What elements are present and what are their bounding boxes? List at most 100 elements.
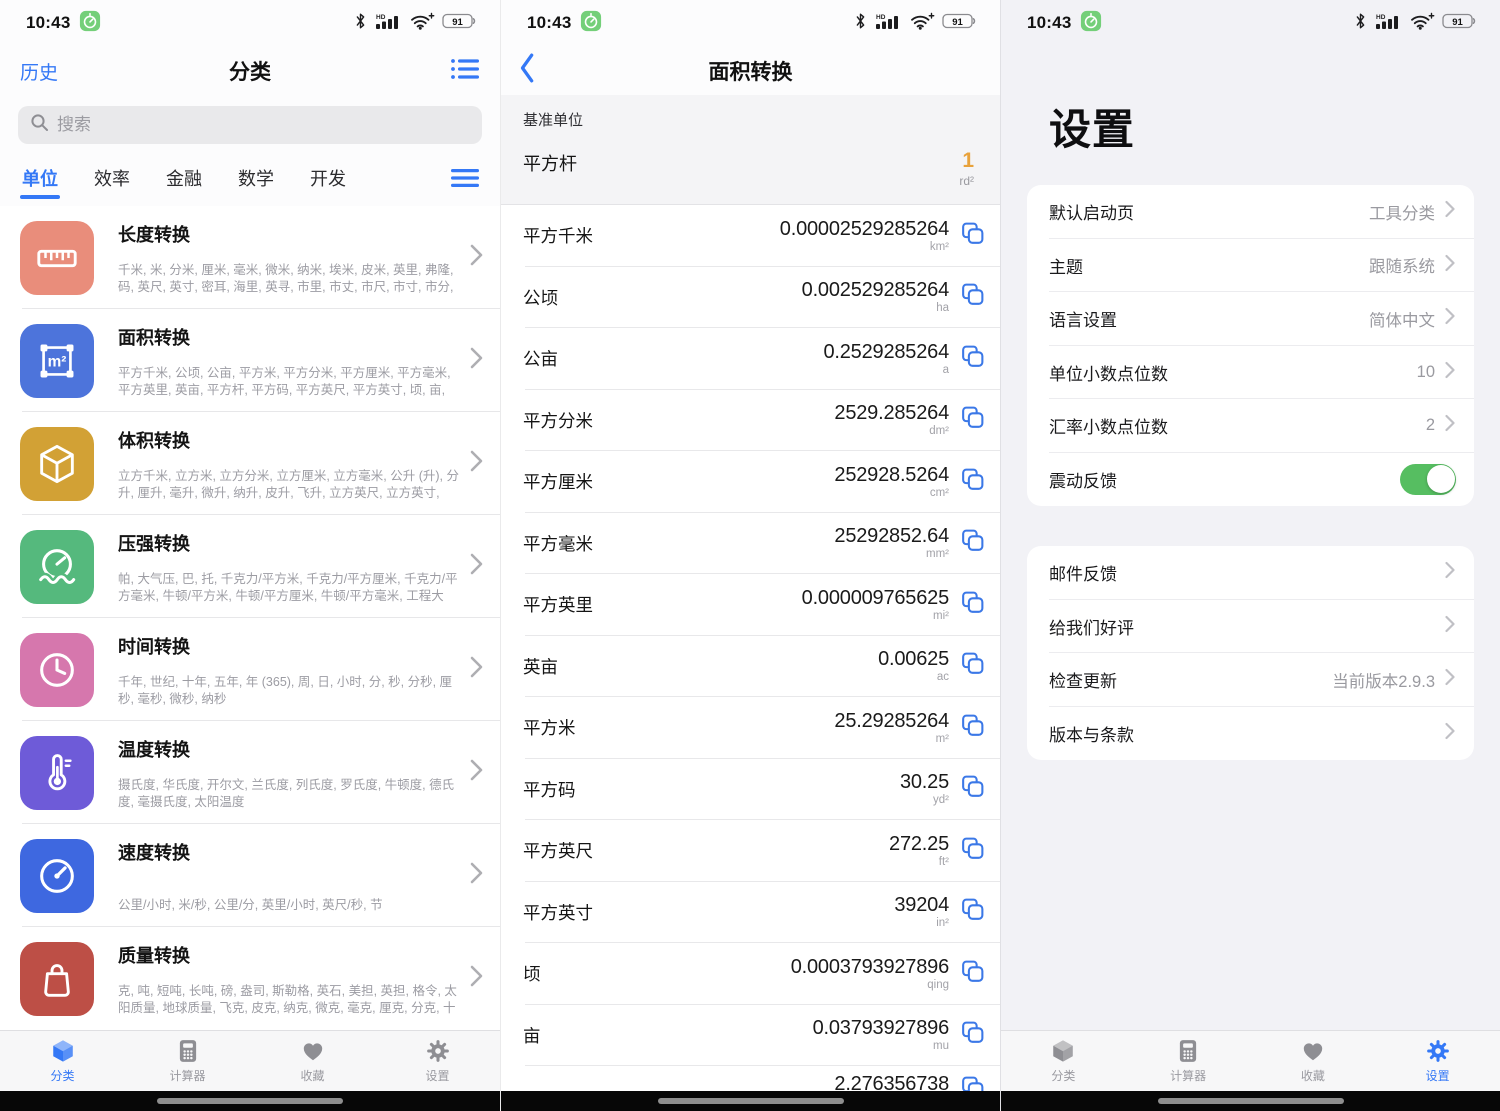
nav-favorites[interactable]: 收藏 xyxy=(250,1031,375,1091)
unit-symbol: in² xyxy=(894,917,949,929)
list-item-volume[interactable]: 体积转换立方千米, 立方米, 立方分米, 立方厘米, 立方毫米, 公升 (升),… xyxy=(0,412,500,515)
copy-icon[interactable] xyxy=(959,835,986,867)
copy-icon[interactable] xyxy=(959,281,986,313)
timer-app-icon xyxy=(79,10,101,37)
bottom-nav: 分类 计算器 收藏 设置 xyxy=(1001,1030,1500,1091)
chevron-right-icon xyxy=(1445,615,1456,638)
copy-icon[interactable] xyxy=(959,896,986,928)
copy-icon[interactable] xyxy=(959,404,986,436)
setting-terms[interactable]: 版本与条款 xyxy=(1027,707,1474,761)
svg-text:HD: HD xyxy=(1376,14,1386,21)
base-unit-section[interactable]: 基准单位 平方杆 1 rd² xyxy=(501,95,1000,205)
unit-value: 0.03793927896 xyxy=(813,1018,949,1039)
search-input[interactable] xyxy=(57,115,470,135)
conversion-row[interactable]: 平方码30.25yd² xyxy=(501,759,1000,821)
calculator-icon xyxy=(1175,1038,1201,1064)
bottom-nav: 分类 计算器 收藏 设置 xyxy=(0,1030,500,1091)
copy-icon[interactable] xyxy=(959,650,986,682)
status-time: 10:43 xyxy=(26,13,70,33)
item-desc: 克, 吨, 短吨, 长吨, 磅, 盎司, 斯勒格, 英石, 美担, 英担, 格令… xyxy=(118,983,462,1017)
setting-rate-decimals[interactable]: 汇率小数点位数2 xyxy=(1027,399,1474,453)
tab-math[interactable]: 数学 xyxy=(236,155,276,205)
conversion-row-clipped[interactable]: 2.276356738 xyxy=(501,1066,1000,1091)
cube-nav-icon xyxy=(1050,1038,1076,1064)
copy-icon[interactable] xyxy=(959,712,986,744)
conversion-row[interactable]: 顷0.0003793927896qing xyxy=(501,943,1000,1005)
nav-favorites[interactable]: 收藏 xyxy=(1251,1031,1376,1091)
item-desc: 立方千米, 立方米, 立方分米, 立方厘米, 立方毫米, 公升 (升), 分升,… xyxy=(118,468,462,502)
copy-icon[interactable] xyxy=(959,589,986,621)
conversion-row[interactable]: 平方英里0.000009765625mi² xyxy=(501,574,1000,636)
list-item-pressure[interactable]: 压强转换帕, 大气压, 巴, 托, 千克力/平方米, 千克力/平方厘米, 千克力… xyxy=(0,515,500,618)
conversion-row[interactable]: 平方千米0.00002529285264km² xyxy=(501,205,1000,267)
home-indicator[interactable] xyxy=(1158,1098,1344,1104)
list-item-area[interactable]: m² 面积转换平方千米, 公顷, 公亩, 平方米, 平方分米, 平方厘米, 平方… xyxy=(0,309,500,412)
nav-categories[interactable]: 分类 xyxy=(0,1031,125,1091)
bluetooth-icon xyxy=(855,12,866,35)
unit-value: 25.29285264 xyxy=(834,711,949,732)
cellular-signal-icon: HD xyxy=(1373,12,1403,35)
item-desc: 千米, 米, 分米, 厘米, 毫米, 微米, 纳米, 埃米, 皮米, 英里, 弗… xyxy=(118,262,462,296)
home-indicator[interactable] xyxy=(658,1098,844,1104)
category-list: 长度转换千米, 米, 分米, 厘米, 毫米, 微米, 纳米, 埃米, 皮米, 英… xyxy=(0,206,500,1030)
thermometer-icon xyxy=(20,736,94,810)
nav-settings[interactable]: 设置 xyxy=(375,1031,500,1091)
nav-label: 分类 xyxy=(50,1067,74,1084)
chevron-right-icon xyxy=(470,243,486,272)
copy-icon[interactable] xyxy=(959,466,986,498)
detailed-list-icon[interactable] xyxy=(450,57,480,86)
tab-finance[interactable]: 金融 xyxy=(164,155,204,205)
setting-language[interactable]: 语言设置简体中文 xyxy=(1027,292,1474,346)
copy-icon[interactable] xyxy=(959,1074,986,1091)
nav-settings[interactable]: 设置 xyxy=(1375,1031,1500,1091)
setting-check-update[interactable]: 检查更新当前版本2.9.3 xyxy=(1027,653,1474,707)
setting-rate-us[interactable]: 给我们好评 xyxy=(1027,600,1474,654)
setting-default-start-page[interactable]: 默认启动页工具分类 xyxy=(1027,185,1474,239)
copy-icon[interactable] xyxy=(959,343,986,375)
conversion-row[interactable]: 公顷0.002529285264ha xyxy=(501,267,1000,329)
unit-symbol: km² xyxy=(780,241,949,253)
tab-units[interactable]: 单位 xyxy=(20,155,60,205)
list-item-length[interactable]: 长度转换千米, 米, 分米, 厘米, 毫米, 微米, 纳米, 埃米, 皮米, 英… xyxy=(0,206,500,309)
conversion-row[interactable]: 平方分米2529.285264dm² xyxy=(501,390,1000,452)
copy-icon[interactable] xyxy=(959,220,986,252)
wifi-icon xyxy=(410,12,435,35)
base-unit-value[interactable]: 1 xyxy=(959,150,974,172)
list-item-temperature[interactable]: 温度转换摄氏度, 华氏度, 开尔文, 兰氏度, 列氏度, 罗氏度, 牛顿度, 德… xyxy=(0,721,500,824)
copy-icon[interactable] xyxy=(959,773,986,805)
conversion-row[interactable]: 平方米25.29285264m² xyxy=(501,697,1000,759)
nav-calculator[interactable]: 计算器 xyxy=(1126,1031,1251,1091)
nav-label: 收藏 xyxy=(300,1067,324,1084)
copy-icon[interactable] xyxy=(959,958,986,990)
conversion-row[interactable]: 英亩0.00625ac xyxy=(501,636,1000,698)
list-item-time[interactable]: 时间转换千年, 世纪, 十年, 五年, 年 (365), 周, 日, 小时, 分… xyxy=(0,618,500,721)
hamburger-menu-icon[interactable] xyxy=(450,167,480,194)
setting-theme[interactable]: 主题跟随系统 xyxy=(1027,239,1474,293)
vibration-toggle[interactable] xyxy=(1400,464,1456,495)
search-box[interactable] xyxy=(18,106,482,144)
list-item-mass[interactable]: 质量转换克, 吨, 短吨, 长吨, 磅, 盎司, 斯勒格, 英石, 美担, 英担… xyxy=(0,927,500,1030)
base-unit-label: 基准单位 xyxy=(523,109,978,130)
conversion-row[interactable]: 公亩0.2529285264a xyxy=(501,328,1000,390)
conversion-row[interactable]: 平方毫米25292852.64mm² xyxy=(501,513,1000,575)
home-indicator[interactable] xyxy=(157,1098,343,1104)
conversion-row[interactable]: 平方厘米252928.5264cm² xyxy=(501,451,1000,513)
nav-label: 收藏 xyxy=(1301,1067,1325,1084)
cube-icon xyxy=(20,427,94,501)
list-item-speed[interactable]: 速度转换公里/小时, 米/秒, 公里/分, 英里/小时, 英尺/秒, 节 xyxy=(0,824,500,927)
setting-unit-decimals[interactable]: 单位小数点位数10 xyxy=(1027,346,1474,400)
tab-dev[interactable]: 开发 xyxy=(308,155,348,205)
nav-label: 计算器 xyxy=(169,1067,205,1084)
copy-icon[interactable] xyxy=(959,527,986,559)
copy-icon[interactable] xyxy=(959,1019,986,1051)
conversion-row[interactable]: 平方英尺272.25ft² xyxy=(501,820,1000,882)
tab-efficiency[interactable]: 效率 xyxy=(92,155,132,205)
conversion-row[interactable]: 平方英寸39204in² xyxy=(501,882,1000,944)
unit-value: 0.00625 xyxy=(878,649,949,670)
conversion-row[interactable]: 亩0.03793927896mu xyxy=(501,1005,1000,1067)
setting-email-feedback[interactable]: 邮件反馈 xyxy=(1027,546,1474,600)
nav-calculator[interactable]: 计算器 xyxy=(125,1031,250,1091)
item-title: 体积转换 xyxy=(118,427,462,453)
settings-card-general: 默认启动页工具分类 主题跟随系统 语言设置简体中文 单位小数点位数10 汇率小数… xyxy=(1027,185,1474,506)
nav-categories[interactable]: 分类 xyxy=(1001,1031,1126,1091)
